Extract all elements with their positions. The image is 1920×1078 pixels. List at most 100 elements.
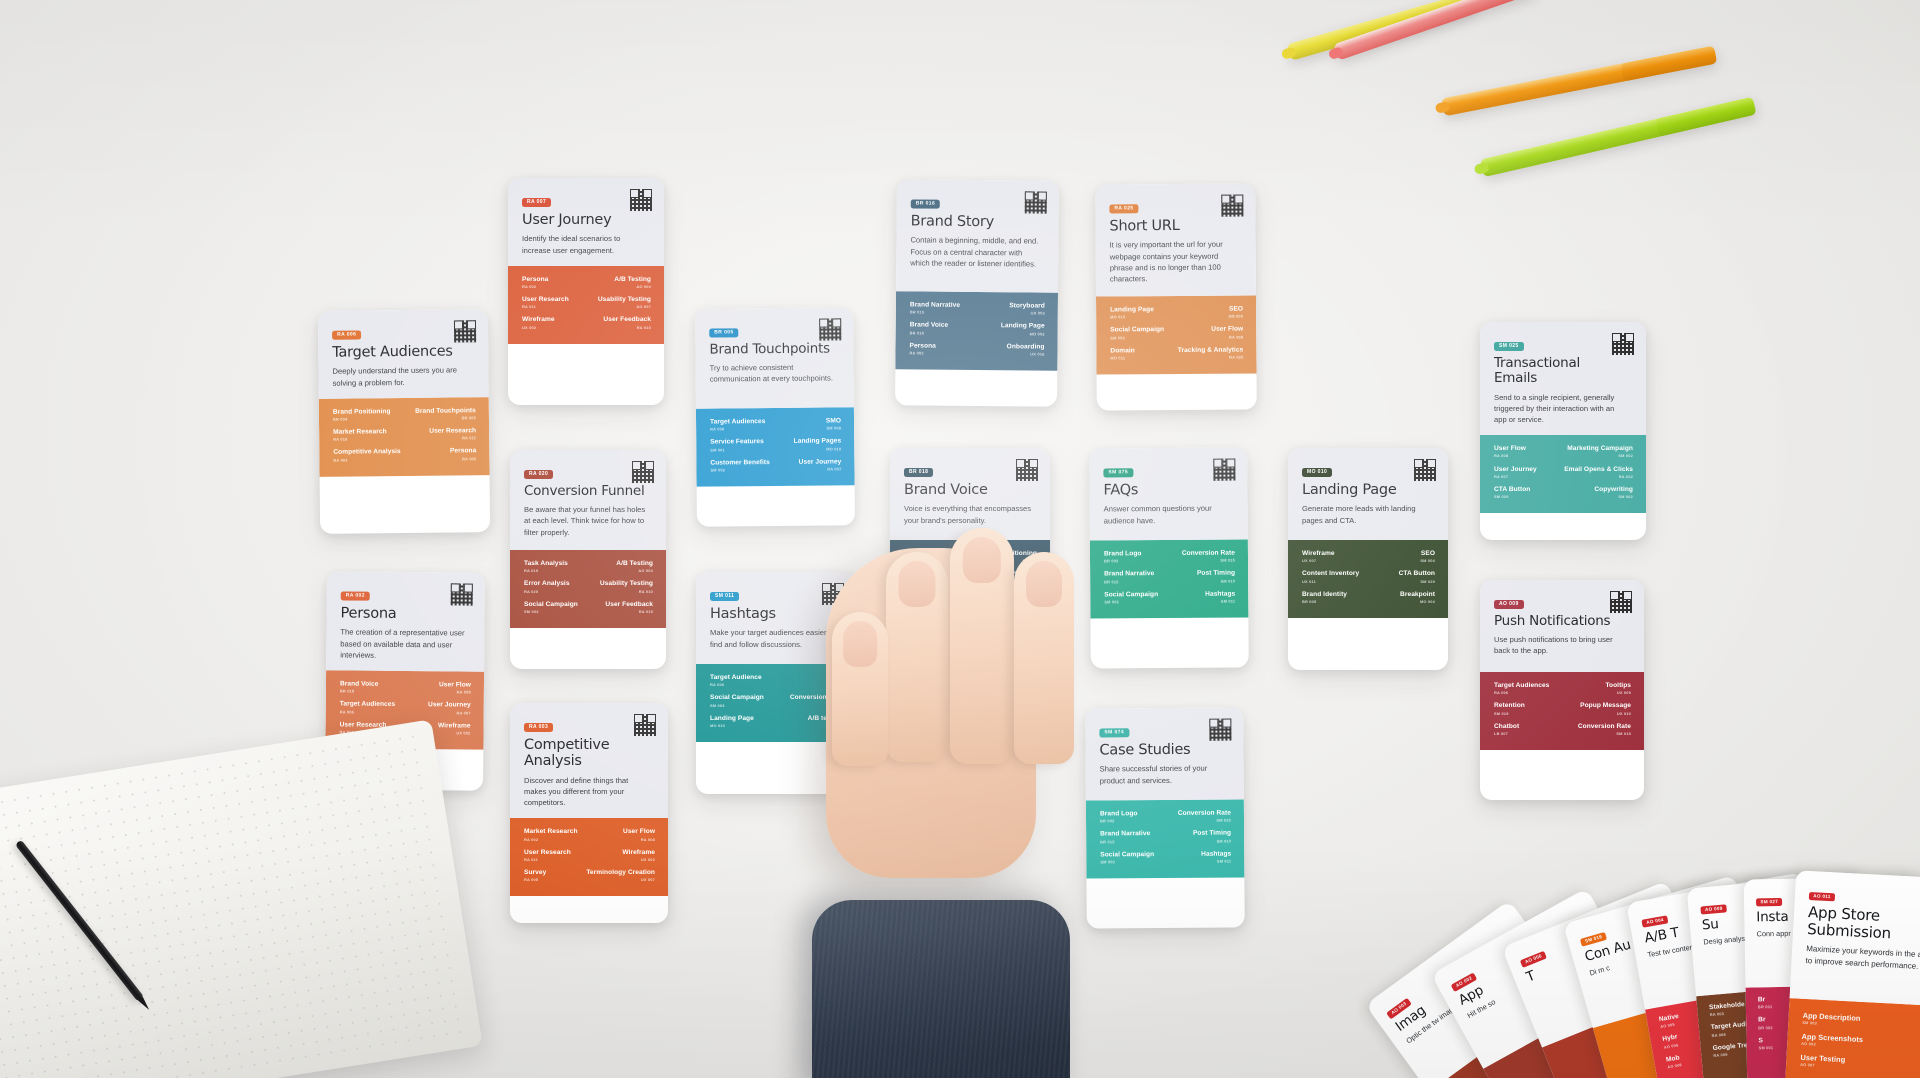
tag-left[interactable]: Brand Logo BR 003	[1104, 550, 1142, 564]
tag-left[interactable]: Landing Page MO 010	[1110, 306, 1154, 320]
tag-left[interactable]: Social Campaign SM 003	[710, 694, 764, 707]
qr-code-icon[interactable]	[1016, 459, 1038, 481]
tag-right[interactable]: CopywritingSM 002	[1594, 486, 1633, 499]
tag-left[interactable]: Content Inventory UX 011	[1302, 570, 1359, 583]
qr-code-icon[interactable]	[819, 318, 842, 341]
tag-right[interactable]: Conversion RateSM 015	[1578, 723, 1631, 736]
tag-right[interactable]: Usability Testing AO 007	[598, 296, 651, 309]
tag-right[interactable]: Post Timing SM 010	[1193, 830, 1231, 844]
tag-left[interactable]: Target Audiences RA 006	[340, 701, 396, 715]
tag-left[interactable]: User Flow RA 008	[1494, 445, 1526, 458]
tag-right[interactable]: SEOSM 004	[1420, 550, 1435, 563]
qr-code-icon[interactable]	[1414, 459, 1436, 481]
tag-right[interactable]: Hashtags SM 011	[1201, 850, 1231, 864]
tag-right[interactable]: User Flow RA 008	[623, 829, 655, 842]
card-transactional-emails[interactable]: SM 025 Transactional Emails Send to a si…	[1480, 322, 1646, 540]
tag-left[interactable]: Social Campaign SM 003	[1100, 851, 1154, 865]
tag-left[interactable]: Hybr AO 006	[1662, 1034, 1679, 1050]
tag-left[interactable]: Survey RA 005	[524, 869, 546, 882]
tag-left[interactable]: Error Analysis RA 020	[524, 580, 570, 593]
tag-left[interactable]: Br BR 002	[1758, 1017, 1773, 1030]
tag-left[interactable]: Service Features SM 001	[710, 438, 764, 452]
tag-right[interactable]: Marketing Campaign SM 002	[1567, 445, 1633, 458]
qr-code-icon[interactable]	[453, 320, 477, 343]
tag-right[interactable]: Tracking & Analytics RA 025	[1178, 346, 1244, 360]
qr-code-icon[interactable]	[1213, 458, 1236, 481]
tag-left[interactable]: Mob AO 008	[1665, 1054, 1683, 1070]
tag-left[interactable]: Brand NarrativeBR 015	[1100, 830, 1150, 844]
tag-left[interactable]: Customer Benefits SM 002	[710, 459, 770, 473]
tag-right[interactable]: StoryboardUX 003	[1009, 302, 1045, 316]
tag-left[interactable]: Brand NarrativeBR 015	[1104, 570, 1154, 584]
tag-right[interactable]: Popup Message UX 010	[1580, 702, 1631, 715]
tag-left[interactable]: Brand Positioning BR 004	[333, 408, 391, 422]
tag-right[interactable]: SEO SM 005	[1228, 306, 1244, 319]
card-short-url[interactable]: RA 025 Short URL It is very important th…	[1095, 183, 1257, 411]
card-user-journey[interactable]: RA 007 User Journey Identify the ideal s…	[508, 178, 664, 405]
tag-right[interactable]: Landing Pages MO 010	[794, 438, 842, 452]
tag-left[interactable]: Brand Logo BR 003	[1100, 810, 1138, 824]
tag-left[interactable]: Target Audiences RA 006	[710, 418, 766, 432]
tag-left[interactable]: Chatbot LB 007	[1494, 723, 1519, 736]
tag-right[interactable]: User Flow RA 008	[439, 681, 471, 695]
tag-left[interactable]: Target Audiences RA 006	[1494, 682, 1549, 695]
tag-left[interactable]: User ResearchRA 011	[524, 849, 571, 862]
tag-left[interactable]: CTA Button SM 029	[1494, 486, 1530, 499]
qr-code-icon[interactable]	[632, 461, 654, 483]
tag-left[interactable]: Native AO 005	[1658, 1013, 1681, 1030]
tag-right[interactable]: A/B Testing AO 004	[616, 560, 653, 573]
tag-left[interactable]: Wireframe UX 002	[522, 317, 555, 330]
tag-left[interactable]: PersonaRA 002	[909, 342, 935, 356]
qr-code-icon[interactable]	[630, 189, 652, 211]
fan-card-app-store-submission[interactable]: AO 011 App Store Submission Maximize you…	[1782, 870, 1920, 1078]
tag-left[interactable]: User Journey RA 007	[1494, 466, 1537, 479]
card-brand-touchpoints[interactable]: BR 005 Brand Touchpoints Try to achieve …	[695, 307, 855, 527]
tag-right[interactable]: Tooltips UX 009	[1605, 682, 1631, 695]
tag-left[interactable]: User ResearchRA 011	[522, 296, 569, 309]
qr-code-icon[interactable]	[1612, 333, 1634, 355]
tag-left[interactable]: Social Campaign SM 003	[1110, 326, 1164, 340]
tag-left[interactable]: Market Research RA 002	[524, 829, 578, 842]
tag-right[interactable]: A/B Testing AO 004	[614, 276, 651, 289]
qr-code-icon[interactable]	[1221, 194, 1244, 217]
tag-right[interactable]: Usability Testing RA 010	[600, 580, 653, 593]
card-case-studies[interactable]: SM 074 Case Studies Share successful sto…	[1085, 707, 1245, 929]
tag-left[interactable]: Brand Identity BR 005	[1302, 591, 1347, 604]
tag-left[interactable]: App Description SM 003	[1802, 1011, 1860, 1028]
tag-left[interactable]: Br BR 001	[1758, 996, 1773, 1010]
tag-right[interactable]: Persona RA 002	[450, 448, 477, 462]
card-brand-story[interactable]: BR 016 Brand Story Contain a beginning, …	[895, 179, 1059, 407]
tag-left[interactable]: Landing Page MO 010	[710, 715, 754, 728]
tag-left[interactable]: Brand Voice BR 018	[910, 322, 949, 336]
qr-code-icon[interactable]	[1610, 591, 1632, 613]
qr-code-icon[interactable]	[1209, 718, 1232, 741]
tag-right[interactable]: Terminology Creation UX 007	[586, 869, 655, 882]
tag-left[interactable]: Wireframe UX 007	[1302, 550, 1335, 563]
tag-left[interactable]: Social Campaign SM 003	[1104, 591, 1158, 605]
tag-left[interactable]: App Screenshots AO 003	[1801, 1032, 1863, 1049]
tag-left[interactable]: User Testing AO 007	[1800, 1053, 1846, 1069]
tag-left[interactable]: Competitive Analysis RA 003	[333, 449, 401, 463]
tag-right[interactable]: CTA Button SM 029	[1399, 570, 1435, 583]
card-competitive-analysis[interactable]: RA 003 Competitive Analysis Discover and…	[510, 703, 668, 923]
tag-right[interactable]: SMO SM 008	[826, 417, 841, 430]
qr-code-icon[interactable]	[450, 583, 473, 606]
tag-left[interactable]: Stakeholde RA 003	[1709, 1001, 1746, 1017]
tag-left[interactable]: Task Analysis RA 019	[524, 560, 568, 573]
tag-right[interactable]: User Research RA 011	[429, 427, 476, 441]
tag-right[interactable]: Hashtags SM 011	[1205, 590, 1235, 604]
card-push-notifications[interactable]: AO 009 Push Notifications Use push notif…	[1480, 580, 1644, 800]
tag-right[interactable]: User Feedback RA 010	[603, 317, 651, 330]
card-target-audiences[interactable]: RA 006 Target Audiences Deeply understan…	[317, 309, 491, 534]
tag-right[interactable]: User Feedback RA 015	[605, 601, 653, 614]
tag-right[interactable]: Conversion RateSM 015	[1178, 810, 1231, 824]
card-landing-page[interactable]: MO 010 Landing Page Generate more leads …	[1288, 448, 1448, 670]
tag-right[interactable]: User Journey RA 007	[428, 702, 471, 716]
card-faqs[interactable]: SM 075 FAQs Answer common questions your…	[1089, 447, 1249, 669]
qr-code-icon[interactable]	[634, 714, 656, 736]
tag-right[interactable]: Email Opens & Clicks RA 022	[1564, 466, 1633, 479]
tag-right[interactable]: Wireframe UX 002	[438, 722, 471, 736]
tag-left[interactable]: Target Audience RA 006	[710, 674, 762, 687]
qr-code-icon[interactable]	[1024, 191, 1047, 214]
tag-right[interactable]: Breakpoint MO 004	[1400, 591, 1435, 604]
